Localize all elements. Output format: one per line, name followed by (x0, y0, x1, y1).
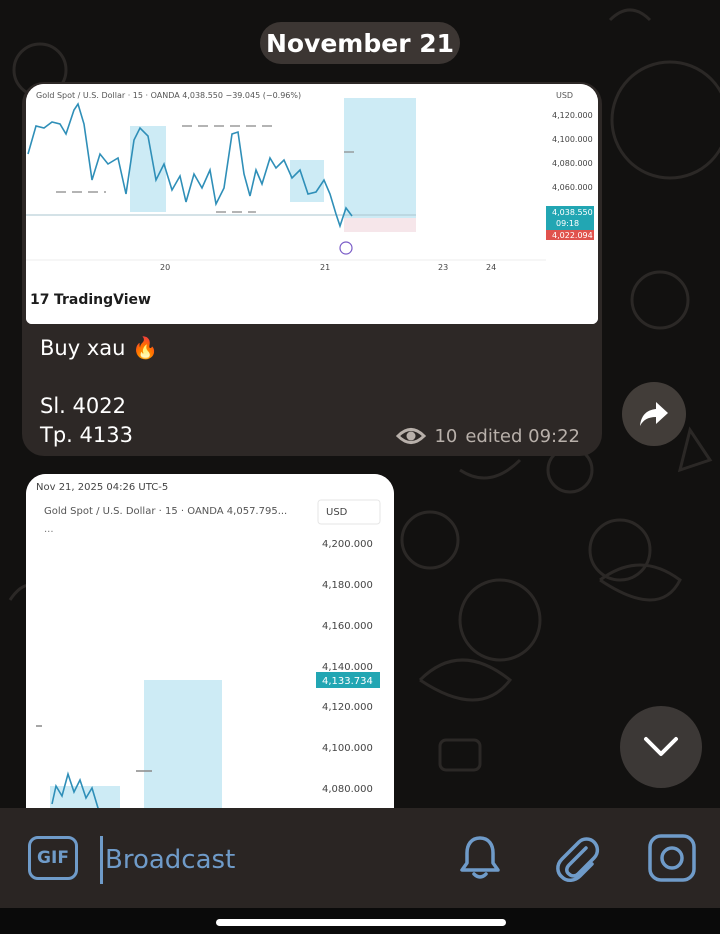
paperclip-icon[interactable] (550, 832, 602, 884)
date-tick: 21 (320, 263, 330, 272)
price-tick: 4,140.000 (322, 662, 373, 673)
gif-button[interactable]: GIF (28, 836, 78, 880)
target-zone (144, 680, 222, 814)
price-chart: Gold Spot / U.S. Dollar · 15 · OANDA 4,0… (26, 84, 598, 324)
target-price: 4,133.734 (322, 676, 373, 687)
message-meta: 10 edited 09:22 (396, 425, 580, 447)
price-tick: 4,080.000 (322, 784, 373, 795)
current-price: 4,038.550 (552, 208, 593, 217)
tradingview-logo-icon: 17 (30, 292, 49, 308)
chevron-down-icon (644, 737, 678, 756)
price-tick: 4,180.000 (322, 580, 373, 591)
date-tick: 24 (486, 263, 496, 272)
price-tick: 4,060.000 (552, 183, 593, 192)
broadcast-input[interactable]: Broadcast (100, 836, 420, 884)
price-tick: 4,080.000 (552, 159, 593, 168)
instagram-camera-icon[interactable] (646, 832, 698, 884)
price-tick: 4,100.000 (552, 135, 593, 144)
countdown: 09:18 (556, 219, 579, 228)
date-divider: November 21 (260, 22, 460, 64)
price-tick: 4,160.000 (322, 621, 373, 632)
message-bubble[interactable]: Gold Spot / U.S. Dollar · 15 · OANDA 4,0… (22, 82, 602, 456)
date-tick: 23 (438, 263, 448, 272)
chart-image[interactable]: Gold Spot / U.S. Dollar · 15 · OANDA 4,0… (26, 84, 598, 324)
eye-icon (396, 428, 427, 444)
range-box (290, 160, 324, 202)
brand-name: TradingView (54, 292, 151, 308)
chart-currency: USD (326, 507, 348, 518)
date-tick: 20 (160, 263, 170, 272)
chart-menu-icon: ... (44, 524, 54, 535)
home-indicator[interactable] (216, 919, 506, 926)
chart-currency: USD (556, 91, 573, 100)
share-button[interactable] (622, 382, 686, 446)
price-chart-2: Nov 21, 2025 04:26 UTC-5 Gold Spot / U.S… (26, 474, 394, 814)
bell-icon[interactable] (454, 832, 506, 884)
stop-zone (344, 218, 416, 232)
price-tick: 4,200.000 (322, 539, 373, 550)
price-tick: 4,100.000 (322, 743, 373, 754)
chart-header: Gold Spot / U.S. Dollar · 15 · OANDA 4,0… (44, 506, 287, 517)
price-tick: 4,120.000 (322, 702, 373, 713)
screenshot-timestamp: Nov 21, 2025 04:26 UTC-5 (36, 482, 168, 493)
share-arrow-icon (640, 402, 668, 426)
view-count: 10 (434, 425, 458, 447)
scroll-down-button[interactable] (620, 706, 702, 788)
chart-header: Gold Spot / U.S. Dollar · 15 · OANDA 4,0… (36, 91, 301, 100)
edited-time: edited 09:22 (465, 425, 580, 447)
stop-price: 4,022.094 (552, 231, 593, 240)
target-zone (344, 98, 416, 218)
chart-screenshot[interactable]: Nov 21, 2025 04:26 UTC-5 Gold Spot / U.S… (26, 474, 394, 814)
price-tick: 4,120.000 (552, 111, 593, 120)
